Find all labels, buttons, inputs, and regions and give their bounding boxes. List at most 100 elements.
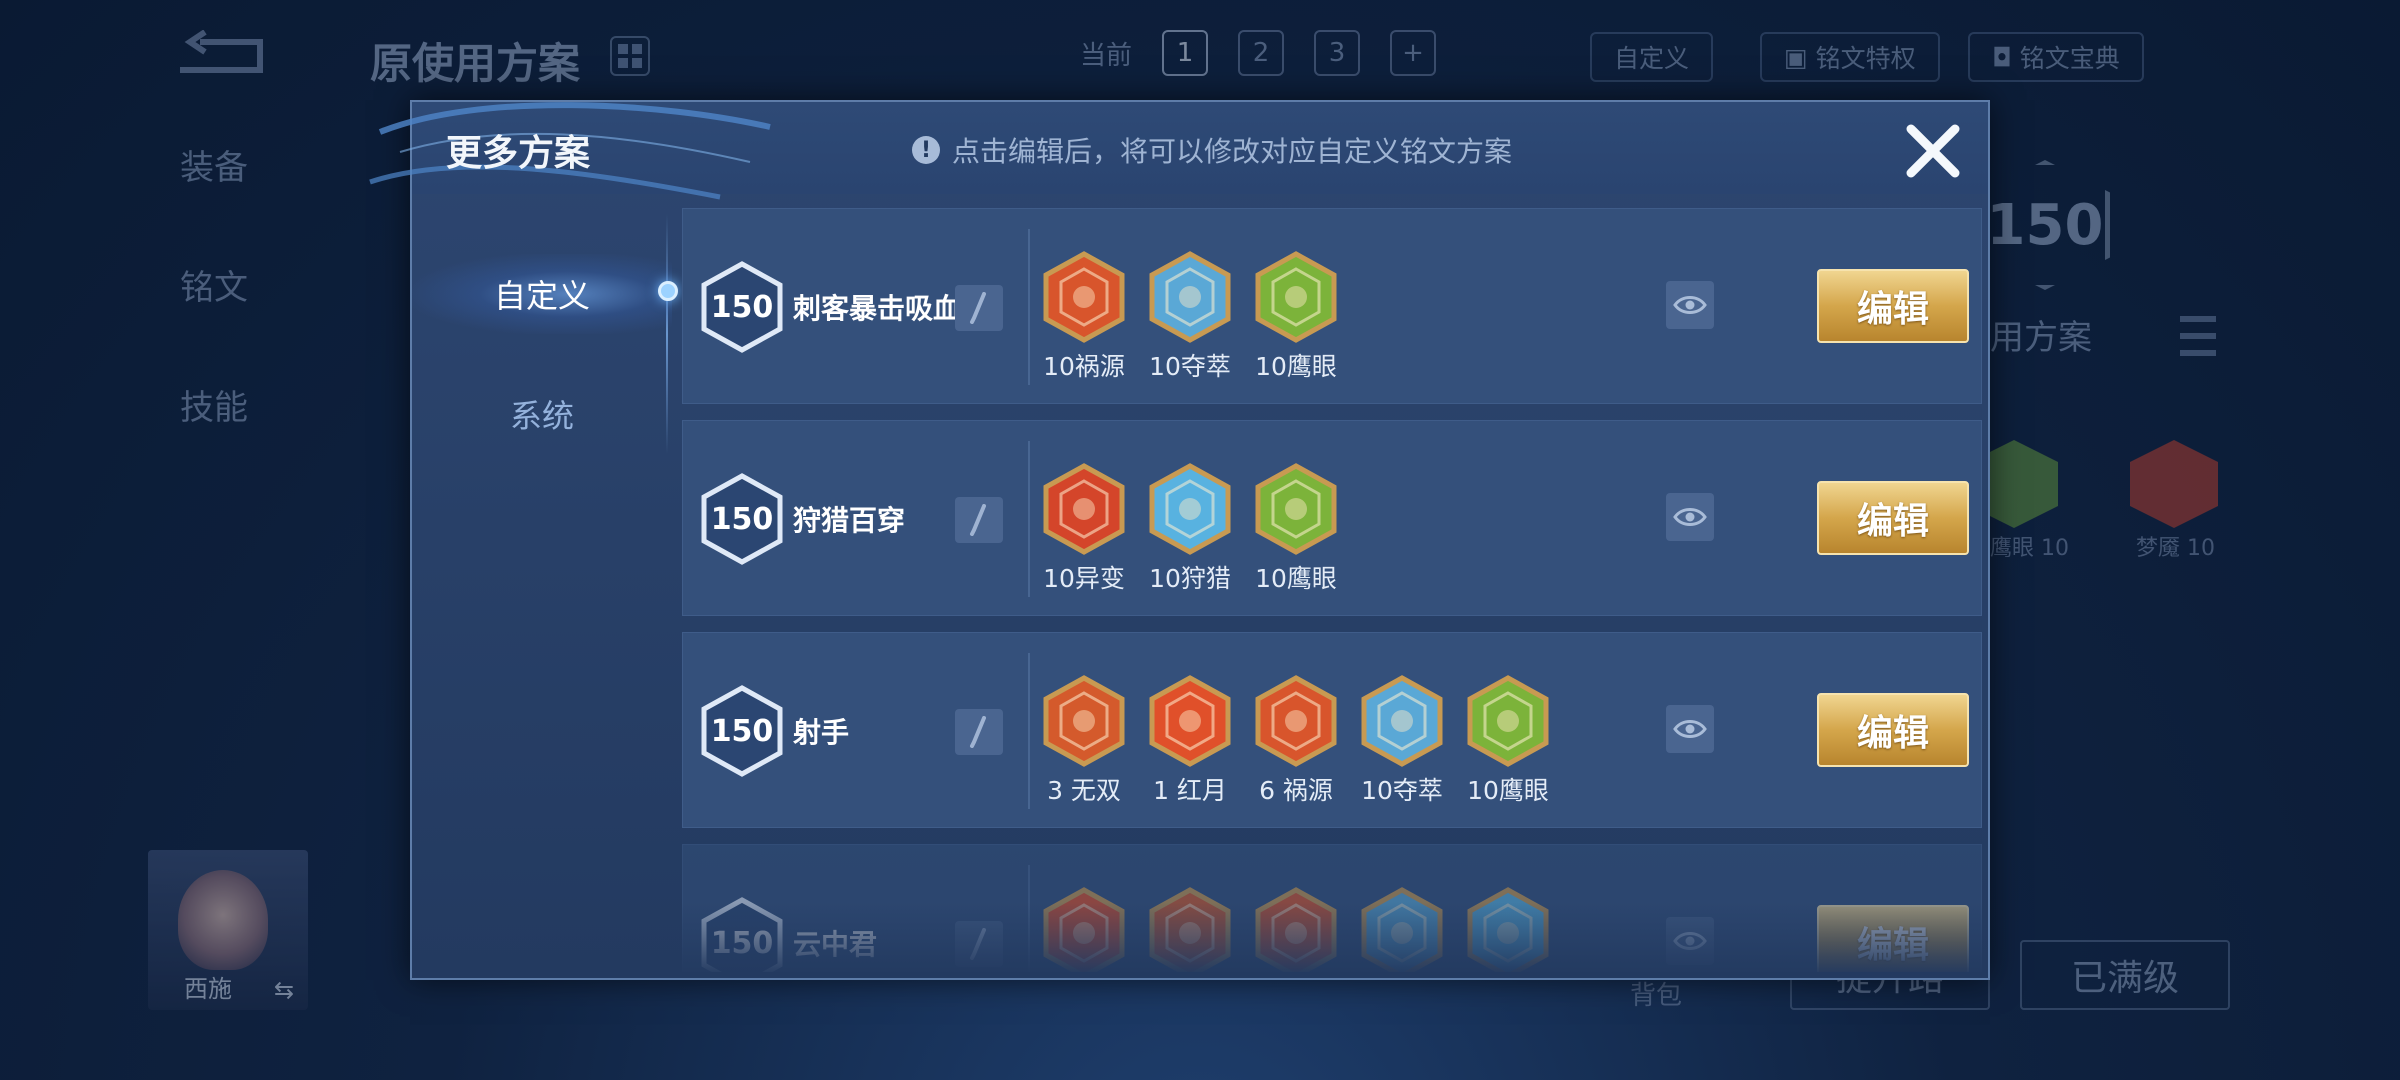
plan-name: 狩猎百穿: [793, 504, 906, 537]
edit-button[interactable]: 编辑: [1817, 481, 1969, 555]
rune-label: 1 红月: [1153, 776, 1227, 805]
rename-button[interactable]: [955, 285, 1003, 331]
plan-list[interactable]: 150 刺客暴击吸血 10祸源 10夺萃 10鹰眼 编辑 150 狩猎百穿 10异变 10狩猎 10…: [682, 208, 1982, 972]
edit-button[interactable]: 编辑: [1817, 269, 1969, 343]
row-divider: [1028, 229, 1030, 385]
red-rune-icon: [2130, 440, 2218, 528]
rune-item[interactable]: 10鹰眼: [1467, 675, 1549, 807]
rune-item[interactable]: [1361, 887, 1443, 972]
plan-tabs: 当前 1 2 3 +: [1080, 30, 1437, 76]
more-plans-modal: 更多方案 ! 点击编辑后，将可以修改对应自定义铭文方案 自定义 系统 150 刺客…: [369, 100, 1990, 980]
plan-tab-2[interactable]: 2: [1238, 30, 1285, 76]
plan-name: 刺客暴击吸血: [793, 292, 962, 325]
rune-item[interactable]: [1255, 887, 1337, 972]
menu-icon[interactable]: [2180, 316, 2216, 356]
red-claw-rune-icon: [1255, 887, 1337, 972]
rune-list: 3 无双 1 红月 6 祸源 10夺萃 10鹰眼: [1043, 675, 1549, 807]
pencil-icon: [970, 928, 986, 960]
green-clover-rune-icon: [1467, 675, 1549, 767]
plan-row[interactable]: 150 刺客暴击吸血 10祸源 10夺萃 10鹰眼 编辑: [682, 208, 1982, 404]
red-moon-rune-icon: [1149, 675, 1231, 767]
rune-item[interactable]: 10鹰眼: [1255, 251, 1337, 383]
avatar: [178, 870, 268, 970]
rune-item[interactable]: 6 祸源: [1255, 675, 1337, 807]
rune-item[interactable]: [1043, 887, 1125, 972]
row-divider: [1028, 653, 1030, 809]
rune-label: 3 无双: [1047, 776, 1121, 805]
rune-item[interactable]: 10夺萃: [1149, 251, 1231, 383]
rune-count-label: 鹰眼 10: [1990, 536, 2069, 561]
rune-item[interactable]: 1 红月: [1149, 675, 1231, 807]
maxed-button[interactable]: 已满级: [2020, 940, 2230, 1010]
rune-label: 10鹰眼: [1255, 352, 1337, 381]
hero-avatar-card[interactable]: 西施 ⇆: [148, 850, 308, 1010]
rune-count-label: 梦魇 10: [2136, 536, 2215, 561]
blue-knot-rune-icon: [1361, 675, 1443, 767]
grid-icon[interactable]: [610, 36, 650, 76]
preview-button[interactable]: [1666, 493, 1714, 541]
current-label: 当前: [1080, 40, 1133, 71]
blue-knot-rune-icon: [1149, 251, 1231, 343]
notice-text: 点击编辑后，将可以修改对应自定义铭文方案: [952, 135, 1513, 168]
row-divider: [1028, 441, 1030, 597]
rune-label: 10狩猎: [1149, 564, 1231, 593]
rune-item[interactable]: [1149, 887, 1231, 972]
back-arrow-icon[interactable]: [170, 30, 270, 85]
red-emblem-rune-icon: [1043, 463, 1125, 555]
preview-button[interactable]: [1666, 917, 1714, 965]
rune-label: 10鹰眼: [1467, 776, 1549, 805]
plan-tab-1[interactable]: 1: [1162, 30, 1209, 76]
pencil-icon: [970, 292, 986, 324]
rune-item[interactable]: 10狩猎: [1149, 463, 1231, 595]
add-plan-button[interactable]: +: [1390, 30, 1437, 76]
rune-item[interactable]: 10鹰眼: [1255, 463, 1337, 595]
bag-label[interactable]: 背包: [1630, 975, 1682, 1012]
custom-button[interactable]: 自定义: [1590, 32, 1714, 82]
red-claw-rune-icon: [1255, 675, 1337, 767]
rune-item[interactable]: [1467, 887, 1549, 972]
swap-icon: ⇆: [274, 976, 295, 1004]
rune-item[interactable]: 10夺萃: [1361, 675, 1443, 807]
edit-button[interactable]: 编辑: [1817, 693, 1969, 767]
edit-button[interactable]: 编辑: [1817, 905, 1969, 972]
nav-runes[interactable]: 铭文: [180, 260, 248, 380]
blue-lightning-rune-icon: [1467, 887, 1549, 972]
page-title: 原使用方案: [370, 39, 581, 88]
red-gem-rune-icon: [1043, 675, 1125, 767]
rune-traits-label: 铭文特权: [1815, 44, 1916, 73]
rename-button[interactable]: [955, 709, 1003, 755]
plan-row[interactable]: 150 狩猎百穿 10异变 10狩猎 10鹰眼 编辑: [682, 420, 1982, 616]
active-indicator-icon: [658, 281, 678, 301]
rename-button[interactable]: [955, 497, 1003, 543]
rune-traits-button[interactable]: ▣ 铭文特权: [1760, 32, 1940, 82]
eye-icon: [1673, 932, 1707, 950]
nav-equipment[interactable]: 装备: [180, 140, 248, 260]
close-button[interactable]: [1898, 116, 1968, 186]
tab-system[interactable]: 系统: [412, 374, 672, 454]
plan-level: 150: [710, 925, 774, 961]
rune-item[interactable]: 10祸源: [1043, 251, 1125, 383]
rune-item[interactable]: 10异变: [1043, 463, 1125, 595]
plan-row[interactable]: 150 射手 3 无双 1 红月 6 祸源 10夺萃 10鹰眼 编辑: [682, 632, 1982, 828]
pencil-icon: [970, 716, 986, 748]
red-claw-rune-icon: [1043, 251, 1125, 343]
red-gem-rune-icon: [1149, 887, 1231, 972]
nav-skills[interactable]: 技能: [180, 380, 248, 500]
tab-custom[interactable]: 自定义: [412, 254, 672, 334]
preview-button[interactable]: [1666, 705, 1714, 753]
red-moon-rune-icon: [1043, 887, 1125, 972]
plan-level: 150: [710, 289, 774, 325]
notice: ! 点击编辑后，将可以修改对应自定义铭文方案: [912, 130, 1512, 170]
rename-button[interactable]: [955, 921, 1003, 967]
hero-name: 西施: [184, 975, 232, 1003]
preview-button[interactable]: [1666, 281, 1714, 329]
rune-item[interactable]: 3 无双: [1043, 675, 1125, 807]
plan-name: 射手: [793, 716, 850, 749]
rune-list: 10异变 10狩猎 10鹰眼: [1043, 463, 1337, 595]
plan-tab-3[interactable]: 3: [1314, 30, 1361, 76]
plan-row[interactable]: 150 云中君 编辑: [682, 844, 1982, 972]
rune-codex-button[interactable]: ◘ 铭文宝典: [1968, 32, 2144, 82]
pencil-icon: [970, 504, 986, 536]
info-icon: !: [912, 136, 940, 164]
plan-level: 150: [710, 713, 774, 749]
